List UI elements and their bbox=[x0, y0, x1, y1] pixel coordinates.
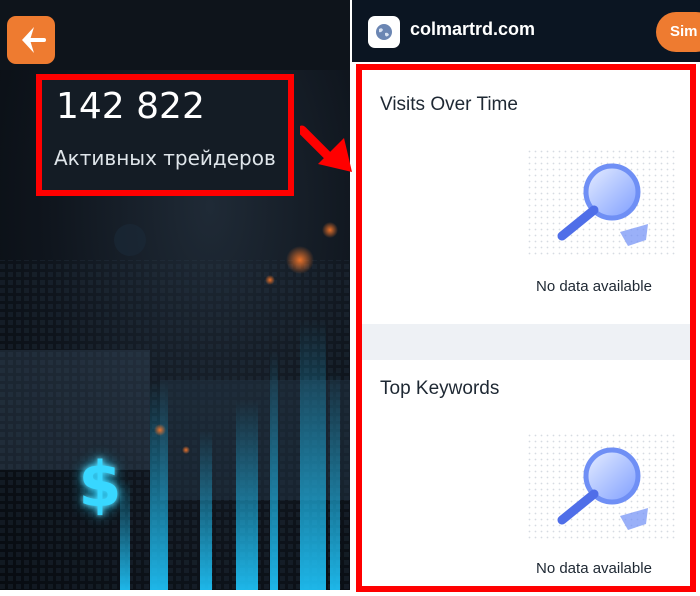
globe-icon bbox=[376, 24, 392, 40]
circuit-background-image bbox=[0, 222, 350, 590]
active-traders-highlight: 142 822 Активных трейдеров bbox=[36, 74, 294, 196]
top-keywords-title: Top Keywords bbox=[380, 378, 500, 399]
site-domain: colmartrd.com bbox=[410, 19, 536, 39]
similar-sites-button[interactable]: Sim bbox=[656, 12, 700, 52]
magnifier-icon bbox=[528, 150, 678, 256]
dollar-icon: $ bbox=[78, 448, 122, 521]
magnifier-icon bbox=[528, 434, 678, 540]
site-analytics-panel: colmartrd.com Sim Visits Over Time No da… bbox=[352, 0, 700, 596]
visits-over-time-title: Visits Over Time bbox=[380, 94, 518, 115]
analytics-highlight-frame: Visits Over Time No data available Top K… bbox=[356, 64, 696, 592]
trading-promo-panel: 142 822 Активных трейдеров $ bbox=[0, 0, 350, 590]
arrow-left-icon bbox=[22, 27, 46, 53]
site-favicon bbox=[368, 16, 400, 48]
active-traders-label: Активных трейдеров bbox=[54, 146, 276, 170]
pointer-arrow bbox=[300, 125, 352, 172]
section-divider bbox=[362, 324, 690, 360]
visits-empty-text: No data available bbox=[536, 278, 652, 295]
brand-logo[interactable] bbox=[7, 16, 55, 64]
keywords-empty-text: No data available bbox=[536, 560, 652, 577]
site-header: colmartrd.com Sim bbox=[352, 0, 700, 62]
active-traders-count: 142 822 bbox=[56, 86, 205, 127]
